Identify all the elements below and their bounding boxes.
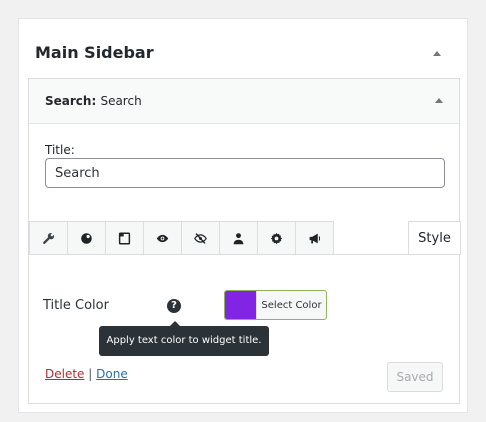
sidebar-header[interactable]: Main Sidebar: [19, 19, 467, 77]
tab-wrench[interactable]: [29, 221, 68, 255]
wrench-icon: [43, 232, 55, 244]
tab-window[interactable]: [105, 221, 144, 255]
widget-instance-title: Search: [100, 94, 142, 108]
done-link[interactable]: Done: [96, 367, 128, 381]
brush-icon: [81, 232, 92, 244]
tab-style[interactable]: Style: [408, 221, 461, 255]
eye-icon: [156, 234, 169, 242]
widget-tabs: Style: [29, 221, 461, 255]
widget-name: Search: [45, 94, 92, 108]
title-label: Title:: [45, 143, 75, 157]
eye-hidden-icon: [194, 232, 207, 244]
main-sidebar-panel: Main Sidebar Search: Search Title: Searc…: [18, 18, 468, 413]
user-icon: [233, 232, 244, 244]
help-tooltip: Apply text color to widget title.: [99, 321, 269, 356]
title-color-picker[interactable]: Select Color: [224, 290, 327, 320]
widget-collapse-icon[interactable]: [435, 98, 443, 103]
tab-eye-hidden[interactable]: [181, 221, 220, 255]
delete-link[interactable]: Delete: [45, 367, 84, 381]
tab-brush[interactable]: [67, 221, 106, 255]
tab-eye[interactable]: [143, 221, 182, 255]
tab-gear[interactable]: [257, 221, 296, 255]
color-swatch: [225, 291, 256, 319]
tab-user[interactable]: [219, 221, 258, 255]
widget-title: Search: Search: [45, 94, 142, 108]
sidebar-title: Main Sidebar: [35, 43, 154, 62]
tabs-divider: [29, 254, 461, 255]
widget-actions: Delete | Done: [45, 367, 128, 381]
search-widget: Search: Search Title: Search Style Title…: [28, 78, 461, 404]
widget-header[interactable]: Search: Search: [29, 79, 459, 124]
actions-separator: |: [88, 367, 93, 381]
widget-title-separator: :: [91, 94, 97, 108]
megaphone-icon: [309, 233, 321, 243]
saved-button[interactable]: Saved: [387, 362, 443, 392]
help-icon[interactable]: ?: [167, 299, 181, 313]
gear-icon: [270, 232, 283, 244]
window-icon: [118, 231, 131, 245]
title-color-label: Title Color: [43, 298, 109, 313]
tab-megaphone[interactable]: [295, 221, 334, 255]
sidebar-collapse-icon[interactable]: [433, 51, 441, 56]
select-color-label: Select Color: [256, 291, 326, 319]
title-input[interactable]: [45, 158, 445, 188]
